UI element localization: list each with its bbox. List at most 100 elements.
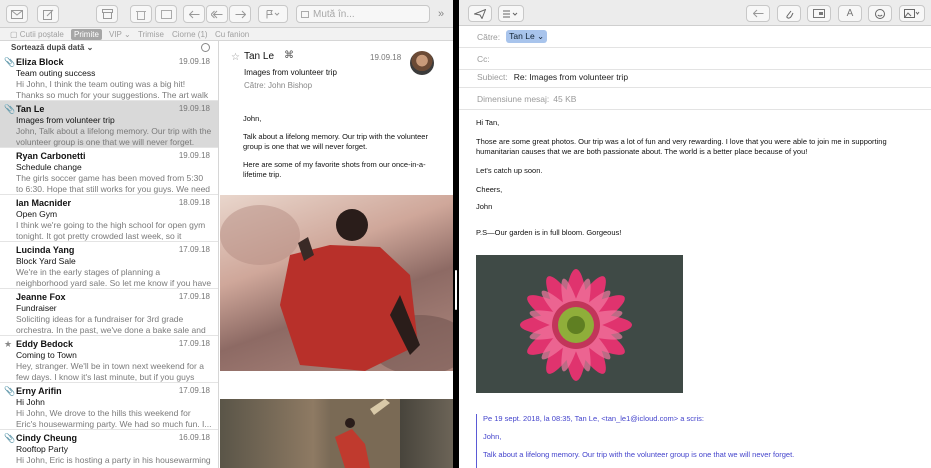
message-subject: Images from volunteer trip [16, 115, 115, 125]
preview-body-line: John, [243, 114, 262, 123]
message-subject: Hi John [16, 397, 45, 407]
message-subject: Coming to Town [16, 350, 77, 360]
message-subject: Rooftop Party [16, 444, 68, 454]
message-row[interactable]: Ian Macnider 18.09.18 Open Gym I think we'r… [0, 195, 218, 242]
to-field[interactable]: Către: Tan Le ⌄ [459, 26, 931, 48]
message-mark-icon: 📎 [4, 57, 16, 67]
flag-button[interactable] [258, 5, 288, 23]
message-subject: Schedule change [16, 162, 82, 172]
flag-chevron-icon [266, 9, 280, 18]
message-row[interactable]: 📎 Erny Arifin 17.09.18 Hi John Hi John, We d… [0, 383, 218, 430]
attach-button[interactable] [777, 5, 801, 22]
message-row[interactable]: 📎 Cindy Cheung 16.09.18 Rooftop Party Hi Joh… [0, 430, 218, 468]
message-row[interactable]: Lucinda Yang 17.09.18 Block Yard Sale We're… [0, 242, 218, 289]
photo-browser-button[interactable] [899, 5, 925, 22]
chevron-double-right-icon[interactable]: » [438, 8, 444, 20]
body-line: P.S—Our garden is in full bloom. Gorgeou… [476, 228, 622, 237]
preview-body: John, Talk about a lifelong memory. Our … [243, 114, 443, 188]
message-size-field: Dimensiune mesaj: 45 KB [459, 88, 931, 110]
compose-body[interactable]: Hi Tan, Those are some great photos. Our… [476, 118, 916, 247]
delete-button[interactable] [130, 5, 152, 23]
preview-date: 19.09.18 [370, 53, 402, 62]
fav-flagged[interactable]: Cu fanion [212, 29, 252, 40]
message-row[interactable]: Jeanne Fox 17.09.18 Fundraiser Soliciting i… [0, 289, 218, 336]
fav-mailboxes[interactable]: ▢ Cutii poștale [7, 29, 67, 40]
message-preview-text: Hey, stranger. We'll be in town next wee… [16, 361, 204, 382]
markup-button[interactable] [807, 5, 831, 22]
star-icon[interactable]: ☆ [231, 52, 240, 63]
format-button[interactable]: A [838, 5, 862, 22]
compose-button[interactable] [37, 5, 59, 23]
body-line: Those are some great photos. Our trip wa… [476, 137, 887, 156]
message-preview: ☆ Tan Le ⌘ 19.09.18 Images from voluntee… [220, 41, 453, 468]
message-date: 17.09.18 [178, 386, 210, 395]
to-value: John Bishop [268, 81, 313, 90]
header-fields-button[interactable] [498, 5, 524, 22]
message-preview-text: The girls soccer game has been moved fro… [16, 173, 211, 194]
reply-button[interactable] [183, 5, 205, 23]
archive-button[interactable] [96, 5, 118, 23]
fav-inbox-label: Primite [74, 30, 99, 39]
cc-label: Cc: [477, 53, 490, 64]
message-row[interactable]: 📎 Tan Le 19.09.18 Images from volunteer tri… [0, 101, 218, 148]
favorites-bar: ▢ Cutii poștale Primite VIP ⌄ Trimise Ci… [0, 28, 453, 41]
fav-inbox[interactable]: Primite [71, 29, 102, 40]
message-preview-text: Hi John, I think the team outing was a b… [16, 79, 209, 100]
to-label: Către: [477, 31, 501, 42]
junk-button[interactable] [155, 5, 177, 23]
quote-header: Pe 19 sept. 2018, la 08:35, Tan Le, <tan… [483, 414, 704, 423]
emoji-button[interactable] [868, 5, 892, 22]
compose-toolbar: A [459, 0, 931, 26]
forward-button[interactable] [229, 5, 251, 23]
reply-all-button[interactable] [206, 5, 228, 23]
reply-icon [188, 10, 199, 18]
message-date: 17.09.18 [178, 339, 210, 348]
body-line: Cheers, [476, 185, 503, 194]
message-subject: Block Yard Sale [16, 256, 76, 266]
message-mark-icon: 📎 [4, 433, 16, 443]
message-row[interactable]: Ryan Carbonetti 19.09.18 Schedule change Th… [0, 148, 218, 195]
message-row[interactable]: ★ Eddy Bedock 17.09.18 Coming to Town Hey, s… [0, 336, 218, 383]
move-to-field[interactable]: Mută în... [296, 5, 430, 23]
message-date: 19.09.18 [178, 57, 210, 66]
fav-mailboxes-label: Cutii poștale [19, 30, 64, 39]
sort-label: Sortează după dată [11, 43, 85, 52]
preview-body-line: Talk about a lifelong memory. Our trip w… [243, 132, 428, 151]
message-subject: Open Gym [16, 209, 58, 219]
preview-subject: Images from volunteer trip [244, 68, 337, 77]
fav-vip-label: VIP [109, 30, 122, 39]
reply-icon [752, 9, 763, 18]
subject-value: Re: Images from volunteer trip [513, 71, 629, 82]
fav-sent-label: Trimise [138, 30, 164, 39]
filter-icon[interactable] [201, 43, 210, 52]
body-line: Hi Tan, [476, 118, 500, 127]
message-mark-icon: ★ [4, 339, 13, 349]
preview-header: ☆ Tan Le ⌘ 19.09.18 Images from voluntee… [220, 41, 453, 97]
divider-handle[interactable] [455, 270, 457, 310]
send-button[interactable] [468, 5, 492, 22]
fav-sent[interactable]: Trimise [135, 29, 167, 40]
message-preview-text: I think we're going to the high school f… [16, 220, 206, 241]
to-label: Către: [244, 81, 266, 90]
message-list: Sortează după dată ⌄ 📎 Eliza Block 19.09.1… [0, 41, 219, 468]
sort-menu[interactable]: Sortează după dată ⌄ [0, 41, 218, 54]
quoted-message: Pe 19 sept. 2018, la 08:35, Tan Le, <tan… [476, 414, 916, 468]
fav-vip[interactable]: VIP ⌄ [106, 29, 134, 40]
message-mark-icon: 📎 [4, 104, 16, 114]
message-preview-text: John, Talk about a lifelong memory. Our … [16, 126, 212, 147]
mail-viewer-window: Mută în... » ▢ Cutii poștale Primite VIP… [0, 0, 453, 468]
preview-body-line: Here are some of my favorite shots from … [243, 160, 426, 179]
fav-drafts[interactable]: Ciorne (1) [169, 29, 211, 40]
message-row[interactable]: 📎 Eliza Block 19.09.18 Team outing success H… [0, 54, 218, 101]
message-preview-text: Hi John, We drove to the hills this week… [16, 408, 212, 429]
recipient-token[interactable]: Tan Le ⌄ [506, 30, 548, 43]
subject-field[interactable]: Subiect: Re: Images from volunteer trip [459, 66, 931, 88]
message-date: 19.09.18 [178, 151, 210, 160]
message-date: 16.09.18 [178, 433, 210, 442]
markup-icon [813, 9, 825, 18]
paperclip-icon [785, 10, 793, 19]
reply-button[interactable] [746, 5, 770, 22]
compose-icon [42, 9, 53, 20]
get-mail-button[interactable] [6, 5, 28, 23]
photo-icon [904, 9, 920, 18]
